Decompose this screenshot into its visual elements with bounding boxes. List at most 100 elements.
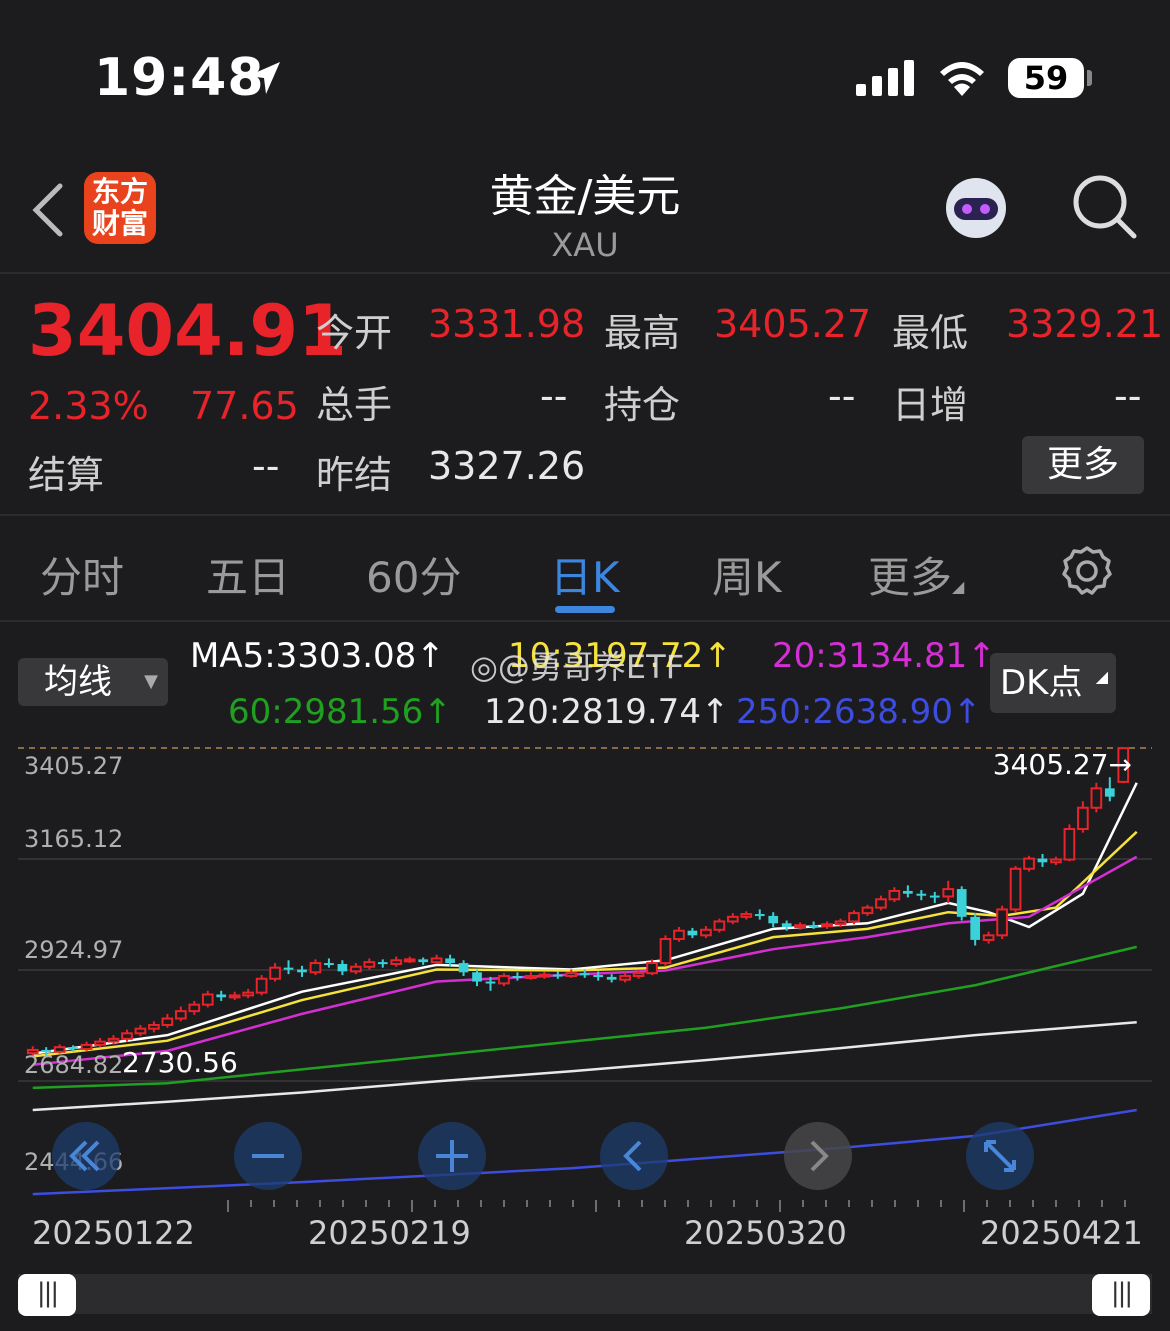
candle-body (80, 1043, 93, 1051)
scroll-start-button[interactable] (52, 1122, 120, 1190)
candle-body (861, 906, 874, 915)
candle-body (512, 975, 523, 978)
ma20-line (32, 855, 1138, 1066)
candle-body (579, 973, 590, 976)
candle-body (875, 898, 887, 909)
date-axis-ticks (227, 1200, 1126, 1212)
candle-body (632, 972, 645, 977)
tab-more-corner-icon: ◢ (952, 577, 965, 596)
candle-body (834, 920, 847, 926)
prev-settle-value: 3327.26 (428, 444, 586, 488)
ma120-value: 120:2819.74↑ (484, 692, 730, 732)
date-label: 20250219 (308, 1214, 471, 1252)
settle-label: 结算 (28, 453, 105, 497)
daily-increase-value: -- (1114, 374, 1142, 418)
tab-intraday[interactable]: 分时 (40, 544, 124, 605)
candle-body (201, 993, 214, 1006)
candle-body (606, 976, 617, 980)
candle-body (403, 958, 416, 963)
more-quote-button[interactable]: 更多 (1022, 436, 1144, 494)
settle-value: -- (252, 444, 280, 488)
daily-increase-label: 日增 (892, 383, 969, 427)
candle-body (1009, 867, 1022, 911)
prev-settle-label: 昨结 (316, 453, 393, 497)
tab-weekly-k[interactable]: 周K (712, 544, 782, 605)
tab-more[interactable]: 更多◢ (868, 544, 964, 605)
candle-body (68, 1047, 78, 1050)
last-price: 3404.91 (28, 290, 347, 372)
candle-body (956, 889, 967, 917)
weibo-icon: ◎ (470, 648, 498, 686)
scroll-right-button[interactable] (784, 1122, 852, 1190)
price-axis-label: 2924.97 (24, 935, 124, 964)
open-interest-label: 持仓 (604, 383, 681, 427)
candle-body (458, 963, 469, 973)
location-arrow-icon (248, 62, 280, 94)
corner-triangle-icon: ◢ (1095, 667, 1108, 686)
date-label: 20250320 (684, 1214, 847, 1252)
candle-body (996, 908, 1008, 937)
candle-body (1037, 858, 1048, 863)
battery-cap (1087, 70, 1092, 86)
candle-body (929, 895, 940, 898)
price-axis-label: 3165.12 (24, 824, 124, 853)
indicator-select[interactable]: 均线 ▼ (18, 658, 168, 706)
candle-body (700, 928, 712, 937)
zoom-out-button[interactable] (234, 1122, 302, 1190)
indicator-select-label: 均线 (44, 662, 112, 702)
scroll-left-button[interactable] (600, 1122, 668, 1190)
plus-icon (436, 1140, 468, 1172)
candle-body (1104, 788, 1115, 797)
candle-body (646, 962, 658, 975)
fullscreen-button[interactable] (966, 1122, 1034, 1190)
date-label: 20250421 (980, 1214, 1143, 1252)
open-value: 3331.98 (428, 302, 586, 346)
range-handle-right[interactable]: ||| (1092, 1274, 1150, 1316)
candle-body (888, 889, 901, 901)
candle-body (498, 974, 510, 985)
range-handle-left[interactable]: ||| (18, 1274, 76, 1316)
search-icon[interactable] (1072, 174, 1138, 240)
double-chevron-left-icon (69, 1140, 100, 1172)
candle-body (673, 929, 685, 941)
gear-icon[interactable] (1060, 544, 1114, 598)
dk-points-button[interactable]: DK点 ◢ (990, 653, 1116, 713)
candle-body (1050, 858, 1062, 864)
nav-bar: 东方 财富 黄金/美元 XAU (0, 140, 1170, 274)
status-time: 19:48 (94, 48, 265, 108)
candle-body (216, 994, 227, 998)
ma5-value: MA5:3303.08↑ (190, 636, 445, 676)
candle-body (552, 974, 563, 977)
price-axis-label: 2684.82 (24, 1050, 124, 1079)
tab-more-label: 更多 (868, 553, 953, 602)
candle-body (1090, 787, 1103, 809)
candle-body (619, 974, 631, 981)
chevron-right-icon (810, 1140, 829, 1172)
candle-body (740, 913, 753, 918)
change-amount: 77.65 (190, 384, 299, 428)
date-label: 20250122 (32, 1214, 195, 1252)
tab-five-day[interactable]: 五日 (206, 544, 290, 605)
candle-body (161, 1017, 174, 1026)
candle-body (1077, 806, 1089, 831)
change-percent: 2.33% (28, 384, 149, 428)
low-label: 最低 (892, 311, 969, 355)
ma20-value: 20:3134.81↑ (772, 636, 996, 676)
zoom-in-button[interactable] (418, 1122, 486, 1190)
candle-body (363, 961, 376, 968)
tab-60min[interactable]: 60分 (366, 544, 461, 605)
robot-assistant-icon[interactable] (940, 170, 1012, 242)
volume-value: -- (540, 374, 568, 418)
candle-body (1063, 828, 1076, 861)
candle-body (337, 963, 348, 972)
candle-body (565, 972, 578, 977)
range-scroll-track[interactable] (18, 1274, 1152, 1314)
candle-body (390, 959, 403, 965)
high-annotation: 3405.27→ (993, 748, 1132, 781)
tab-daily-k[interactable]: 日K (550, 544, 620, 605)
candle-body (525, 974, 537, 979)
watermark-text: @勇哥养ETF (497, 648, 685, 686)
grip-icon: ||| (36, 1278, 59, 1308)
candle-body (970, 916, 981, 940)
high-label: 最高 (604, 311, 681, 355)
